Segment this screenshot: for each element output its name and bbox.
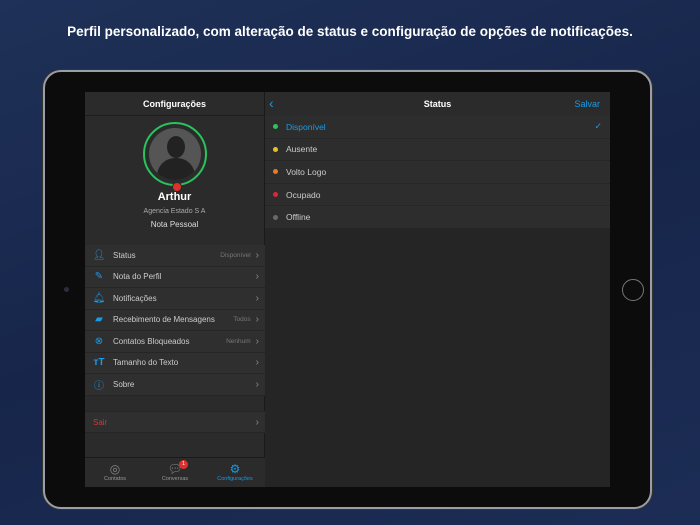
status-label: Disponível xyxy=(286,121,326,132)
person-icon: 👤︎ xyxy=(92,249,106,261)
camera xyxy=(64,287,69,292)
chevron-right-icon: › xyxy=(255,357,259,369)
settings-menu: 👤︎ Status Disponível › ✎ Nota do Perfil › 🔔︎ N… xyxy=(85,245,265,396)
status-dot-icon xyxy=(273,146,278,152)
menu-label: Notificações xyxy=(113,293,157,303)
status-options: Disponível ✓ Ausente Volto Logo Ocupado Offli… xyxy=(265,116,610,229)
status-dot-icon xyxy=(273,214,278,220)
logout-button[interactable]: Sair › xyxy=(85,411,265,433)
tab-label: Contatos xyxy=(103,476,126,482)
chevron-right-icon: › xyxy=(255,292,259,304)
profile-note[interactable]: Nota Pessoal xyxy=(85,220,264,229)
edit-note-icon: ✎ xyxy=(94,271,104,283)
tab-label: Conversas xyxy=(161,476,189,482)
status-option[interactable]: Offline xyxy=(265,206,610,229)
contacts-icon: ◎ xyxy=(109,462,121,476)
status-title: Status xyxy=(423,99,452,109)
logout-label: Sair xyxy=(93,417,108,427)
info-icon: ⓘ xyxy=(94,380,104,392)
menu-item-blocked-contacts[interactable]: ⊗ Contatos Bloqueados Nenhum › xyxy=(85,331,265,353)
text-size-icon: тT xyxy=(93,357,105,369)
save-button[interactable]: Salvar xyxy=(574,99,600,109)
status-dot-icon xyxy=(273,124,278,130)
menu-label: Nota do Perfil xyxy=(113,272,162,282)
chevron-right-icon: › xyxy=(255,271,259,283)
menu-item-message-receipt[interactable]: ▰ Recebimento de Mensagens Todos › xyxy=(85,310,265,331)
avatar[interactable] xyxy=(143,122,207,192)
app-screen: Configurações Arthur Agencia Estado S A … xyxy=(85,92,610,487)
blocked-icon: ⊗ xyxy=(94,335,104,347)
menu-item-about[interactable]: ⓘ Sobre › xyxy=(85,374,265,396)
menu-label: Recebimento de Mensagens xyxy=(113,315,215,325)
chat-bubbles-icon: ▰ xyxy=(95,314,103,326)
status-label: Offline xyxy=(286,212,311,223)
chevron-right-icon: › xyxy=(255,314,259,326)
menu-item-profile-note[interactable]: ✎ Nota do Perfil › xyxy=(85,267,265,288)
status-label: Volto Logo xyxy=(286,166,327,177)
checkmark-icon: ✓ xyxy=(594,121,602,132)
settings-title: Configurações xyxy=(85,92,264,116)
unread-badge: 1 xyxy=(179,460,188,469)
menu-item-text-size[interactable]: тT Tamanho do Texto › xyxy=(85,353,265,374)
tab-contacts[interactable]: ◎ Contatos xyxy=(85,458,145,487)
profile: Arthur Agencia Estado S A Nota Pessoal xyxy=(85,116,264,246)
back-chevron-icon[interactable]: ‹ xyxy=(269,95,274,111)
bell-icon: 🔔︎ xyxy=(92,292,106,304)
tab-bar: ◎ Contatos 💬︎ 1 Conversas ⚙ Configurações xyxy=(85,457,265,487)
status-dot-icon xyxy=(273,192,278,198)
menu-item-status[interactable]: 👤︎ Status Disponível › xyxy=(85,245,265,267)
chevron-right-icon: › xyxy=(255,378,259,390)
chat-icon: 💬︎ xyxy=(167,462,183,476)
menu-value: Todos xyxy=(233,316,251,324)
menu-label: Status xyxy=(113,250,136,260)
gear-icon: ⚙ xyxy=(229,462,241,476)
tab-settings[interactable]: ⚙ Configurações xyxy=(205,458,265,487)
chevron-right-icon: › xyxy=(255,335,259,347)
status-label: Ausente xyxy=(286,144,318,155)
menu-item-notifications[interactable]: 🔔︎ Notificações › xyxy=(85,288,265,310)
tab-label: Configurações xyxy=(217,476,253,482)
status-panel: ‹ Status Salvar Disponível ✓ Ausente Volto … xyxy=(265,92,610,487)
status-option[interactable]: Ocupado xyxy=(265,183,610,207)
avatar-placeholder-icon xyxy=(167,136,185,158)
menu-label: Tamanho do Texto xyxy=(113,358,179,368)
caption: Perfil personalizado, com alteração de s… xyxy=(67,24,633,39)
status-label: Ocupado xyxy=(286,189,321,200)
profile-company: Agencia Estado S A xyxy=(143,208,206,215)
home-button[interactable] xyxy=(622,279,644,301)
chevron-right-icon: › xyxy=(255,249,259,261)
status-option[interactable]: Ausente xyxy=(265,138,610,162)
status-dot-icon xyxy=(273,169,278,175)
menu-label: Contatos Bloqueados xyxy=(113,336,190,346)
profile-name: Arthur xyxy=(157,191,192,203)
status-option[interactable]: Volto Logo xyxy=(265,161,610,184)
tab-conversations[interactable]: 💬︎ 1 Conversas xyxy=(145,458,205,487)
status-option[interactable]: Disponível ✓ xyxy=(265,116,610,139)
settings-panel: Configurações Arthur Agencia Estado S A … xyxy=(85,92,265,487)
chevron-right-icon: › xyxy=(255,416,259,428)
menu-value: Nenhum xyxy=(226,337,251,345)
menu-label: Sobre xyxy=(113,379,135,389)
menu-value: Disponível xyxy=(220,251,251,259)
status-header: ‹ Status Salvar xyxy=(265,92,610,116)
